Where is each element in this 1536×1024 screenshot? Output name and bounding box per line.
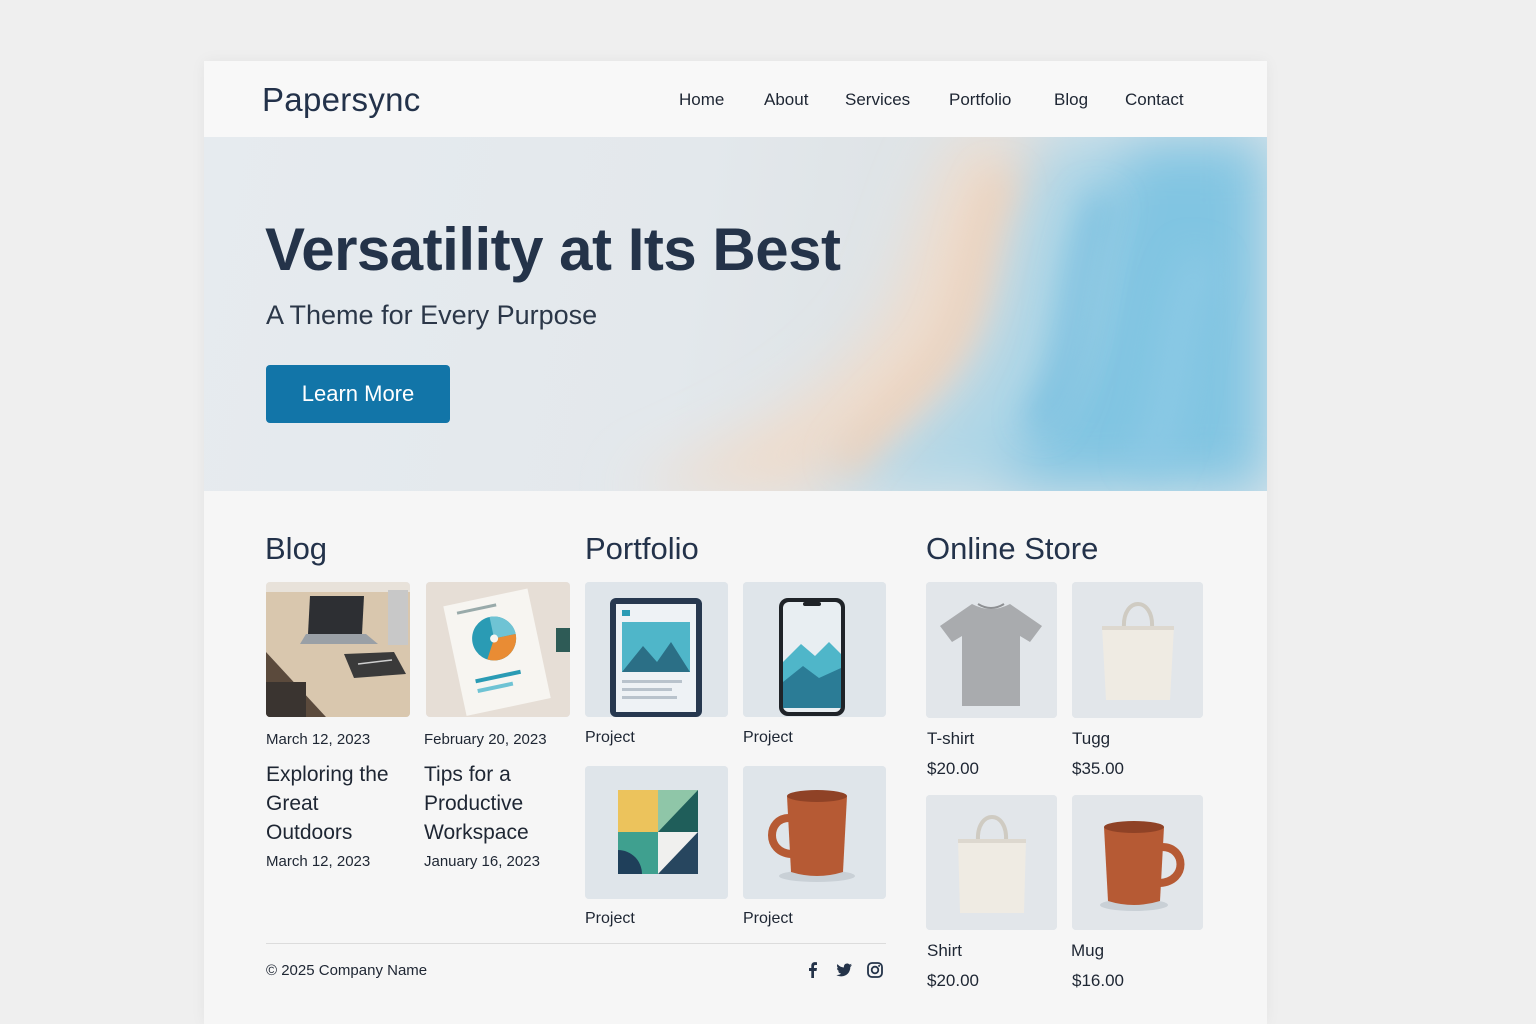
portfolio-item[interactable] xyxy=(585,582,728,717)
portfolio-item[interactable] xyxy=(743,582,886,717)
page: Papersync Home About Services Portfolio … xyxy=(204,61,1267,1024)
blog-post-date: March 12, 2023 xyxy=(266,731,371,748)
nav-services[interactable]: Services xyxy=(845,90,910,110)
blog-post-title[interactable]: Exploring the Great Outdoors xyxy=(266,760,406,847)
product-price: $20.00 xyxy=(927,971,979,990)
blog-post-image[interactable] xyxy=(266,582,410,717)
blog-post-date: February 20, 2023 xyxy=(424,731,547,748)
product-name[interactable]: Tugg xyxy=(1072,729,1110,749)
product-price: $35.00 xyxy=(1072,759,1124,778)
report-pie-chart-image xyxy=(426,582,570,717)
mug-image xyxy=(743,766,886,899)
portfolio-item[interactable] xyxy=(585,766,728,899)
site-header: Papersync Home About Services Portfolio … xyxy=(204,61,1267,137)
portfolio-item[interactable] xyxy=(743,766,886,899)
product-card[interactable] xyxy=(926,582,1057,718)
product-card[interactable] xyxy=(1072,582,1203,718)
twitter-icon[interactable] xyxy=(835,961,853,979)
hero-subtitle: A Theme for Every Purpose xyxy=(266,300,598,330)
footer-divider xyxy=(266,943,886,944)
blog-post-date: March 12, 2023 xyxy=(266,853,371,870)
nav-home[interactable]: Home xyxy=(679,90,724,110)
mug-image xyxy=(1072,795,1203,930)
blog-post-title[interactable]: Tips for a Productive Workspace xyxy=(424,760,574,847)
portfolio-caption: Project xyxy=(585,729,635,746)
tote-bag-image xyxy=(926,795,1057,930)
main-nav: Home About Services Portfolio Blog Conta… xyxy=(204,90,1267,112)
product-name[interactable]: Mug xyxy=(1071,941,1104,961)
portfolio-caption: Project xyxy=(743,729,793,746)
instagram-icon[interactable] xyxy=(866,961,884,979)
portfolio-caption: Project xyxy=(585,910,635,927)
product-card[interactable] xyxy=(926,795,1057,930)
nav-portfolio[interactable]: Portfolio xyxy=(949,90,1011,110)
product-name[interactable]: Shirt xyxy=(927,941,962,961)
footer-copyright: © 2025 Company Name xyxy=(266,962,428,979)
t-shirt-image xyxy=(926,582,1057,718)
desk-laptop-image xyxy=(266,582,410,717)
geometric-art-image xyxy=(585,766,728,899)
facebook-icon[interactable] xyxy=(804,961,822,979)
phone-mockup-image xyxy=(743,582,886,717)
product-price: $16.00 xyxy=(1072,971,1124,990)
store-section-title: Online Store xyxy=(926,531,1099,566)
hero-title: Versatility at Its Best xyxy=(265,216,841,283)
blog-post-image[interactable] xyxy=(426,582,570,717)
blog-post-date: January 16, 2023 xyxy=(424,853,540,870)
nav-about[interactable]: About xyxy=(764,90,808,110)
portfolio-section-title: Portfolio xyxy=(585,531,699,566)
hero-banner: Versatility at Its Best A Theme for Ever… xyxy=(204,137,1267,491)
product-name[interactable]: T-shirt xyxy=(927,729,974,749)
portfolio-caption: Project xyxy=(743,910,793,927)
blog-section-title: Blog xyxy=(265,531,328,566)
tote-bag-image xyxy=(1072,582,1203,718)
tablet-mockup-image xyxy=(585,582,728,717)
nav-blog[interactable]: Blog xyxy=(1054,90,1088,110)
nav-contact[interactable]: Contact xyxy=(1125,90,1184,110)
learn-more-button[interactable]: Learn More xyxy=(266,365,450,423)
product-card[interactable] xyxy=(1072,795,1203,930)
product-price: $20.00 xyxy=(927,759,979,778)
